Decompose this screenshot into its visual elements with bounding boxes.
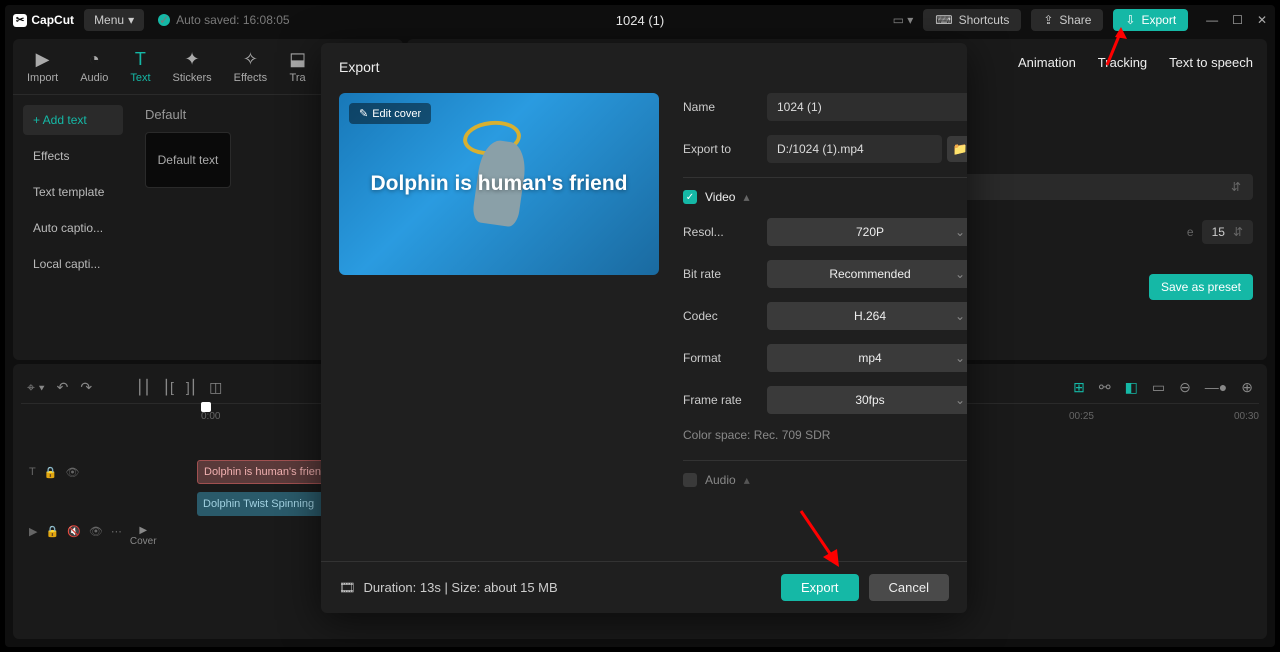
audio-section-label: Audio [705, 473, 736, 487]
video-track-icon: ▶ [29, 525, 37, 547]
keyboard-icon: ⌨ [935, 13, 952, 27]
video-checkbox[interactable]: ✓ [683, 190, 697, 204]
format-label: Format [683, 351, 757, 365]
tab-stickers[interactable]: ✦Stickers [173, 49, 212, 84]
video-section-label: Video [705, 190, 735, 204]
tab-text-to-speech[interactable]: Text to speech [1169, 55, 1253, 70]
maximize-icon[interactable]: ☐ [1232, 13, 1243, 27]
menu-button[interactable]: Menu▾ [84, 9, 144, 31]
default-text-preset[interactable]: Default text [145, 132, 231, 188]
resolution-label: Resol... [683, 225, 757, 239]
codec-select[interactable]: H.264 [767, 302, 967, 330]
colorspace-info: Color space: Rec. 709 SDR [683, 428, 967, 442]
cancel-button[interactable]: Cancel [869, 574, 949, 601]
preview-overlay-text: Dolphin is human's friend [370, 172, 627, 196]
film-icon: 🎞 [339, 580, 356, 596]
ruler-mark: 0:00 [201, 411, 220, 422]
export-button-top[interactable]: ⇩ Export [1113, 9, 1188, 31]
pointer-tool-icon[interactable]: ⌖ ▾ [27, 379, 45, 396]
export-modal: Export ✎ Edit cover Dolphin is human's f… [321, 43, 967, 613]
tab-text[interactable]: TText [130, 49, 150, 84]
close-icon[interactable]: ✕ [1257, 13, 1267, 27]
share-icon: ⇪ [1043, 13, 1053, 27]
lock-icon[interactable]: 🔒 [44, 466, 58, 479]
project-title: 1024 (1) [616, 13, 664, 28]
text-clip[interactable]: Dolphin is human's frien [197, 460, 337, 484]
app-logo: ✂ CapCut [13, 13, 74, 27]
save-preset-button[interactable]: Save as preset [1149, 274, 1253, 300]
font-size-input[interactable]: 15⇵ [1202, 220, 1253, 244]
tab-effects[interactable]: ✧Effects [234, 49, 267, 84]
crop-icon[interactable]: ◫ [209, 379, 222, 396]
tl-tool-2-icon[interactable]: ◧ [1125, 379, 1138, 396]
folder-icon[interactable]: 📁 [947, 136, 967, 162]
effects-icon: ✧ [243, 49, 258, 70]
visibility-icon[interactable]: 👁 [65, 466, 79, 479]
nav-text-effects[interactable]: Effects [23, 141, 123, 171]
nav-text-template[interactable]: Text template [23, 177, 123, 207]
bitrate-select[interactable]: Recommended [767, 260, 967, 288]
bitrate-label: Bit rate [683, 267, 757, 281]
mute-icon[interactable]: 🔇 [67, 525, 81, 547]
export-confirm-button[interactable]: Export [781, 574, 859, 601]
zoom-out-icon[interactable]: ⊖ [1179, 379, 1191, 396]
tab-animation[interactable]: Animation [1018, 55, 1076, 70]
transitions-icon: ⬓ [289, 49, 306, 70]
edit-cover-button[interactable]: ✎ Edit cover [349, 103, 431, 124]
import-icon: ▶ [36, 49, 50, 70]
tab-import[interactable]: ▶Import [27, 49, 58, 84]
tab-tracking[interactable]: Tracking [1098, 55, 1147, 70]
export-icon: ⇩ [1125, 13, 1135, 27]
undo-icon[interactable]: ↶ [57, 379, 69, 396]
name-label: Name [683, 100, 757, 114]
resolution-select[interactable]: 720P [767, 218, 967, 246]
zoom-in-icon[interactable]: ⊕ [1241, 379, 1253, 396]
ruler-mark: 00:25 [1069, 411, 1094, 422]
text-track-icon: T [29, 466, 36, 479]
video-preview: ✎ Edit cover Dolphin is human's friend [339, 93, 659, 275]
autosave-status: ✓ Auto saved: 16:08:05 [158, 13, 289, 27]
tl-tool-1-icon[interactable]: ⊞ [1073, 379, 1085, 396]
zoom-slider[interactable]: —● [1205, 379, 1227, 396]
aspect-icon[interactable]: ▭ ▾ [893, 13, 914, 27]
audio-checkbox[interactable] [683, 473, 697, 487]
trim-right-icon[interactable]: ]⎮ [186, 379, 197, 396]
pencil-icon: ✎ [359, 107, 368, 120]
split-icon[interactable]: ⎮⎮ [136, 379, 151, 396]
lock-icon[interactable]: 🔒 [45, 525, 59, 547]
exportto-input[interactable] [767, 135, 942, 163]
duration-text: Duration: 13s | Size: about 15 MB [364, 580, 558, 595]
visibility-icon[interactable]: 👁 [89, 525, 103, 547]
name-input[interactable] [767, 93, 967, 121]
exportto-label: Export to [683, 142, 757, 156]
shortcuts-button[interactable]: ⌨ Shortcuts [923, 9, 1021, 31]
stickers-icon: ✦ [185, 49, 200, 70]
framerate-label: Frame rate [683, 393, 757, 407]
trim-left-icon[interactable]: ⎮[ [163, 379, 174, 396]
nav-local-captions[interactable]: Local capti... [23, 249, 123, 279]
format-select[interactable]: mp4 [767, 344, 967, 372]
share-button[interactable]: ⇪ Share [1031, 9, 1103, 31]
cover-button[interactable]: ▶Cover [130, 525, 157, 547]
redo-icon[interactable]: ↷ [80, 379, 92, 396]
text-icon: T [135, 49, 146, 70]
minimize-icon[interactable]: — [1206, 13, 1218, 27]
nav-add-text[interactable]: + Add text [23, 105, 123, 135]
check-icon: ✓ [158, 14, 170, 26]
nav-auto-captions[interactable]: Auto captio... [23, 213, 123, 243]
link-icon[interactable]: ⚯ [1099, 379, 1111, 396]
video-clip[interactable]: Dolphin Twist Spinning [197, 492, 337, 516]
modal-title: Export [321, 43, 967, 85]
ruler-mark: 00:30 [1234, 411, 1259, 422]
codec-label: Codec [683, 309, 757, 323]
framerate-select[interactable]: 30fps [767, 386, 967, 414]
tab-transitions[interactable]: ⬓Tra [289, 49, 306, 84]
audio-icon: ◔ [89, 49, 100, 70]
tl-tool-3-icon[interactable]: ▭ [1152, 379, 1165, 396]
tab-audio[interactable]: ◔Audio [80, 49, 108, 84]
playhead[interactable] [201, 402, 211, 412]
